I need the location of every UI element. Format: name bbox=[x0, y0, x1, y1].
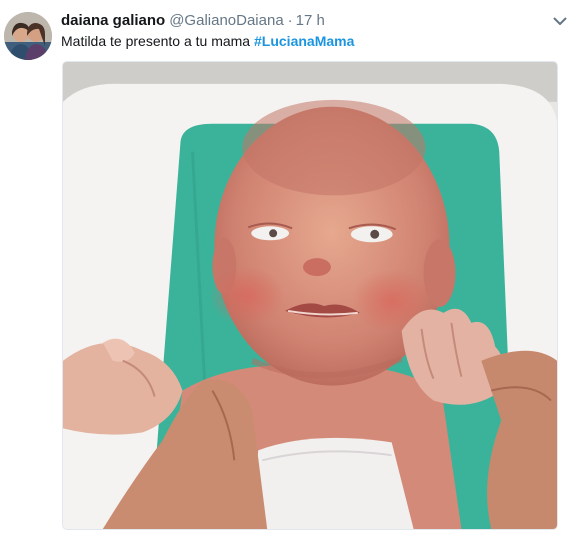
chevron-down-icon[interactable] bbox=[550, 12, 570, 30]
user-handle[interactable]: @GalianoDaiana bbox=[169, 12, 283, 29]
tweet-header: daiana galiano @GalianoDaiana · 17 h bbox=[61, 11, 325, 31]
tweet-media-photo[interactable] bbox=[62, 61, 558, 530]
newborn-baby-photo bbox=[63, 62, 557, 529]
avatar[interactable] bbox=[4, 12, 52, 60]
avatar-photo bbox=[4, 12, 52, 60]
display-name[interactable]: daiana galiano bbox=[61, 12, 165, 29]
tweet-text: Matilda te presento a tu mama #LucianaMa… bbox=[61, 31, 354, 51]
tweet-body: Matilda te presento a tu mama bbox=[61, 33, 254, 49]
tweet: daiana galiano @GalianoDaiana · 17 h Matild… bbox=[0, 0, 582, 546]
separator-dot: · bbox=[287, 12, 293, 29]
hashtag-link[interactable]: #LucianaMama bbox=[254, 33, 354, 49]
timestamp[interactable]: 17 h bbox=[296, 12, 325, 29]
